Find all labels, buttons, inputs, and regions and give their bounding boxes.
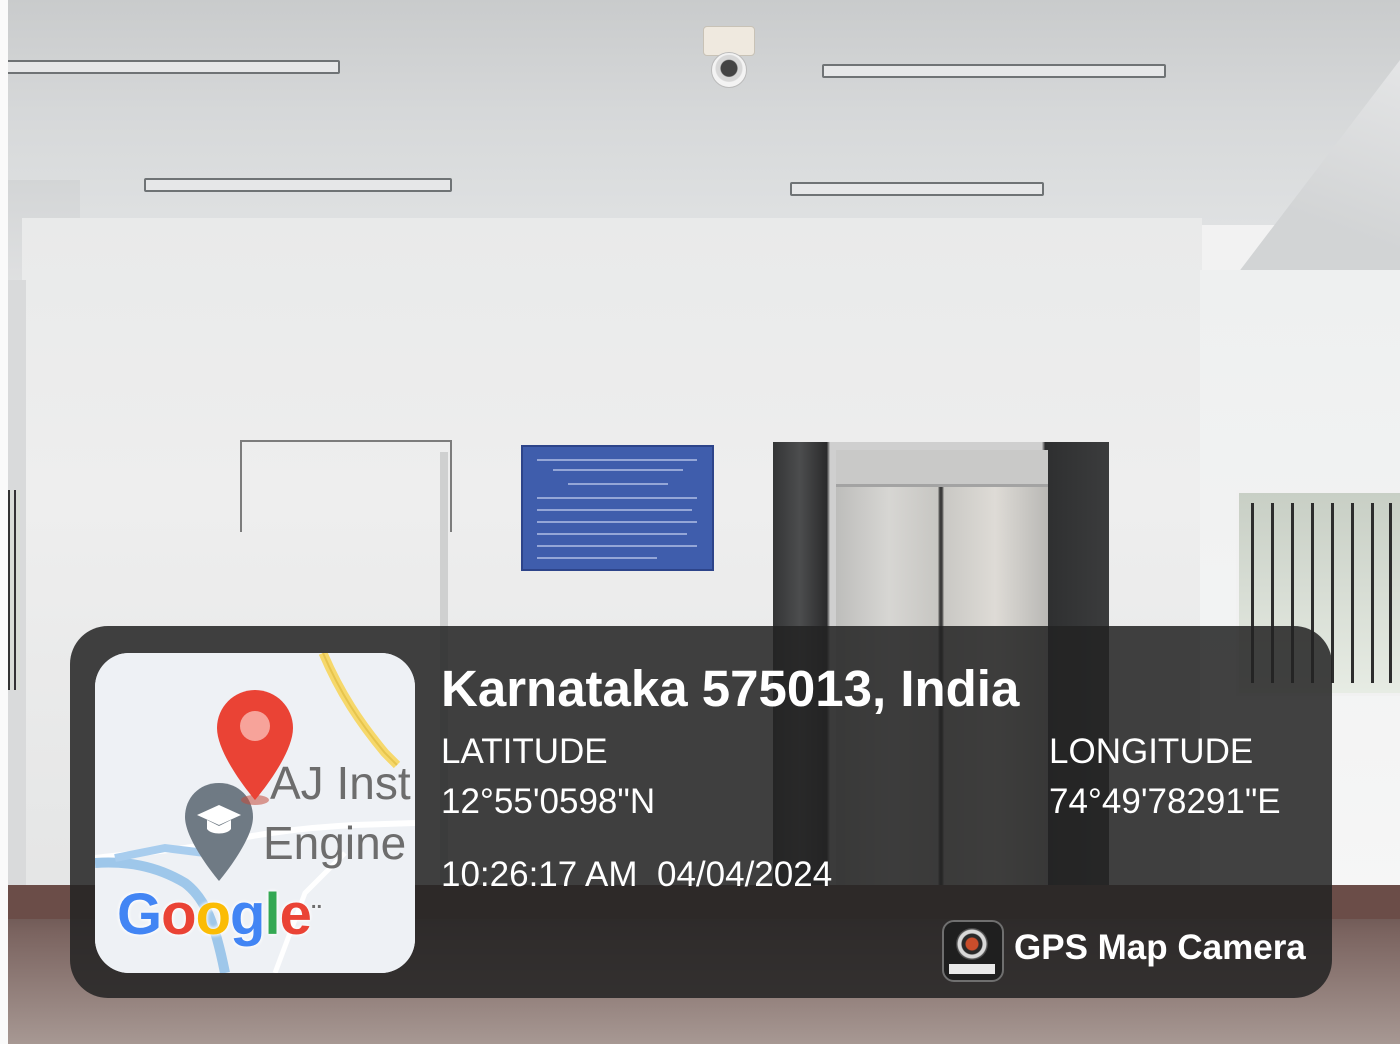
latitude-label: LATITUDE	[441, 732, 608, 771]
map-place-label-line1: AJ Inst	[270, 757, 411, 809]
gps-map-camera-app-icon	[942, 920, 1004, 982]
timestamp: 10:26:17 AM 04/04/2024	[441, 855, 832, 895]
longitude-value: 74°49'78291"E	[1049, 782, 1281, 821]
latitude-value: 12°55'0598"N	[441, 782, 656, 821]
cctv-camera	[703, 26, 755, 94]
map-thumbnail: AJ Inst Engine Google··	[95, 653, 415, 973]
ceiling-light	[822, 64, 1166, 78]
window-left	[8, 490, 20, 690]
app-name-label: GPS Map Camera	[1014, 928, 1306, 967]
ceiling-light	[6, 60, 340, 74]
location-address: Karnataka 575013, India	[441, 660, 1020, 717]
time-value: 10:26:17 AM	[441, 855, 638, 894]
ceiling-light	[144, 178, 452, 192]
elevator-header	[836, 450, 1048, 487]
image-border	[0, 0, 8, 1044]
wall-panel-outline	[240, 440, 452, 532]
date-value: 04/04/2024	[657, 855, 833, 894]
ceiling-light	[790, 182, 1044, 196]
google-logo: Google··	[117, 882, 323, 947]
map-place-label-line2: Engine	[263, 817, 407, 869]
longitude-label: LONGITUDE	[1049, 732, 1254, 771]
notice-board	[521, 445, 714, 571]
